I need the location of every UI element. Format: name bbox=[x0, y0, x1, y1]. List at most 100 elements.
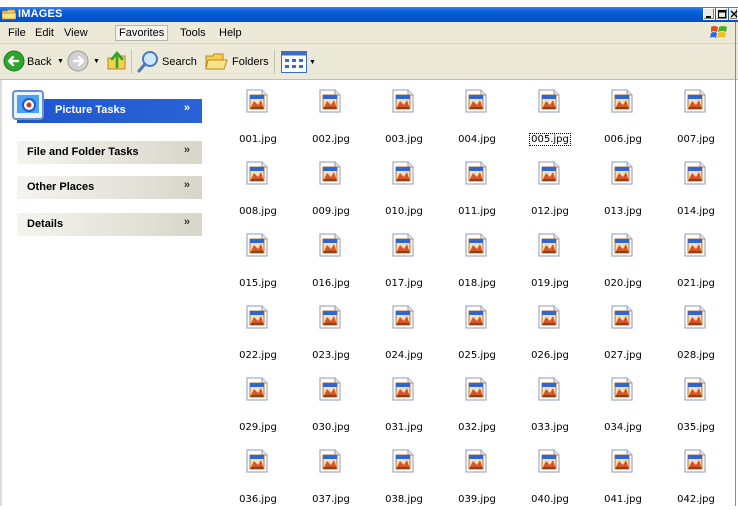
file-name: 040.jpg bbox=[520, 494, 580, 505]
views-dropdown-icon[interactable]: ▼ bbox=[309, 59, 316, 66]
file-item[interactable]: 015.jpg bbox=[228, 233, 288, 293]
menu-file[interactable]: File bbox=[8, 27, 26, 39]
jpg-file-icon bbox=[392, 89, 414, 113]
collapse-chevron-icon[interactable]: » bbox=[184, 144, 190, 156]
file-item[interactable]: 007.jpg bbox=[666, 89, 726, 149]
file-name-text: 033.jpg bbox=[531, 422, 569, 433]
pane-edge bbox=[0, 80, 2, 506]
file-item[interactable]: 035.jpg bbox=[666, 377, 726, 437]
file-name-text: 032.jpg bbox=[458, 422, 496, 433]
menu-favorites[interactable]: Favorites bbox=[115, 25, 169, 41]
search-button[interactable]: Search bbox=[162, 56, 197, 68]
panel-other-places[interactable]: Other Places » bbox=[17, 176, 202, 199]
collapse-chevron-icon[interactable]: » bbox=[184, 179, 190, 191]
folders-button[interactable]: Folders bbox=[232, 56, 269, 68]
file-item[interactable]: 023.jpg bbox=[301, 305, 361, 365]
file-name: 012.jpg bbox=[520, 206, 580, 217]
file-name-text: 029.jpg bbox=[239, 422, 277, 433]
file-name-text: 039.jpg bbox=[458, 494, 496, 505]
panel-label: Other Places bbox=[27, 181, 95, 193]
file-item[interactable]: 020.jpg bbox=[593, 233, 653, 293]
jpg-file-icon bbox=[465, 449, 487, 473]
file-item[interactable]: 040.jpg bbox=[520, 449, 580, 509]
file-name-text: 017.jpg bbox=[385, 278, 423, 289]
file-item[interactable]: 038.jpg bbox=[374, 449, 434, 509]
file-item[interactable]: 037.jpg bbox=[301, 449, 361, 509]
file-item[interactable]: 041.jpg bbox=[593, 449, 653, 509]
collapse-chevron-icon[interactable]: » bbox=[184, 216, 190, 228]
forward-arrow-icon[interactable] bbox=[67, 50, 89, 72]
file-item[interactable]: 042.jpg bbox=[666, 449, 726, 509]
up-folder-icon[interactable] bbox=[106, 50, 128, 72]
back-dropdown-icon[interactable]: ▼ bbox=[57, 58, 64, 65]
file-item[interactable]: 016.jpg bbox=[301, 233, 361, 293]
views-icon[interactable] bbox=[281, 51, 307, 73]
minimize-button[interactable] bbox=[703, 8, 715, 20]
file-name-text: 030.jpg bbox=[312, 422, 350, 433]
panel-picture-tasks[interactable]: Picture Tasks » bbox=[12, 90, 202, 123]
menu-edit[interactable]: Edit bbox=[35, 27, 54, 39]
file-item[interactable]: 033.jpg bbox=[520, 377, 580, 437]
file-name-text: 011.jpg bbox=[458, 206, 496, 217]
file-item[interactable]: 014.jpg bbox=[666, 161, 726, 221]
file-item[interactable]: 005.jpg bbox=[520, 89, 580, 149]
collapse-chevron-icon[interactable]: » bbox=[184, 102, 190, 114]
file-item[interactable]: 017.jpg bbox=[374, 233, 434, 293]
search-icon[interactable] bbox=[136, 50, 160, 74]
jpg-file-icon bbox=[611, 449, 633, 473]
back-button[interactable]: Back bbox=[27, 56, 51, 68]
file-item[interactable]: 006.jpg bbox=[593, 89, 653, 149]
jpg-file-icon bbox=[611, 161, 633, 185]
file-item[interactable]: 026.jpg bbox=[520, 305, 580, 365]
jpg-file-icon bbox=[392, 377, 414, 401]
panel-details[interactable]: Details » bbox=[17, 213, 202, 236]
file-item[interactable]: 002.jpg bbox=[301, 89, 361, 149]
close-button[interactable] bbox=[729, 8, 738, 20]
menu-tools[interactable]: Tools bbox=[180, 27, 206, 39]
file-item[interactable]: 031.jpg bbox=[374, 377, 434, 437]
file-item[interactable]: 025.jpg bbox=[447, 305, 507, 365]
file-item[interactable]: 019.jpg bbox=[520, 233, 580, 293]
file-item[interactable]: 027.jpg bbox=[593, 305, 653, 365]
file-item[interactable]: 036.jpg bbox=[228, 449, 288, 509]
file-item[interactable]: 028.jpg bbox=[666, 305, 726, 365]
maximize-button[interactable] bbox=[716, 8, 728, 20]
back-arrow-icon[interactable] bbox=[3, 50, 25, 72]
file-name-text: 001.jpg bbox=[239, 134, 277, 145]
file-item[interactable]: 021.jpg bbox=[666, 233, 726, 293]
jpg-file-icon bbox=[684, 161, 706, 185]
file-name-text: 019.jpg bbox=[531, 278, 569, 289]
file-item[interactable]: 030.jpg bbox=[301, 377, 361, 437]
file-item[interactable]: 001.jpg bbox=[228, 89, 288, 149]
file-item[interactable]: 013.jpg bbox=[593, 161, 653, 221]
file-name-text: 031.jpg bbox=[385, 422, 423, 433]
forward-dropdown-icon[interactable]: ▼ bbox=[93, 58, 100, 65]
folders-icon[interactable] bbox=[205, 50, 229, 72]
file-item[interactable]: 009.jpg bbox=[301, 161, 361, 221]
menu-view[interactable]: View bbox=[64, 27, 88, 39]
file-item[interactable]: 024.jpg bbox=[374, 305, 434, 365]
file-name: 030.jpg bbox=[301, 422, 361, 433]
file-item[interactable]: 010.jpg bbox=[374, 161, 434, 221]
file-item[interactable]: 012.jpg bbox=[520, 161, 580, 221]
file-item[interactable]: 032.jpg bbox=[447, 377, 507, 437]
title-bar[interactable]: IMAGES bbox=[0, 7, 738, 22]
file-name: 003.jpg bbox=[374, 134, 434, 145]
panel-file-and-folder-tasks[interactable]: File and Folder Tasks » bbox=[17, 141, 202, 164]
file-item[interactable]: 011.jpg bbox=[447, 161, 507, 221]
file-name: 035.jpg bbox=[666, 422, 726, 433]
file-item[interactable]: 018.jpg bbox=[447, 233, 507, 293]
file-item[interactable]: 003.jpg bbox=[374, 89, 434, 149]
jpg-file-icon bbox=[319, 233, 341, 257]
file-item[interactable]: 039.jpg bbox=[447, 449, 507, 509]
file-item[interactable]: 004.jpg bbox=[447, 89, 507, 149]
file-name-text: 022.jpg bbox=[239, 350, 277, 361]
file-item[interactable]: 034.jpg bbox=[593, 377, 653, 437]
file-name: 038.jpg bbox=[374, 494, 434, 505]
file-item[interactable]: 008.jpg bbox=[228, 161, 288, 221]
file-name: 028.jpg bbox=[666, 350, 726, 361]
menu-help[interactable]: Help bbox=[219, 27, 242, 39]
file-item[interactable]: 022.jpg bbox=[228, 305, 288, 365]
file-name-text: 034.jpg bbox=[604, 422, 642, 433]
file-item[interactable]: 029.jpg bbox=[228, 377, 288, 437]
